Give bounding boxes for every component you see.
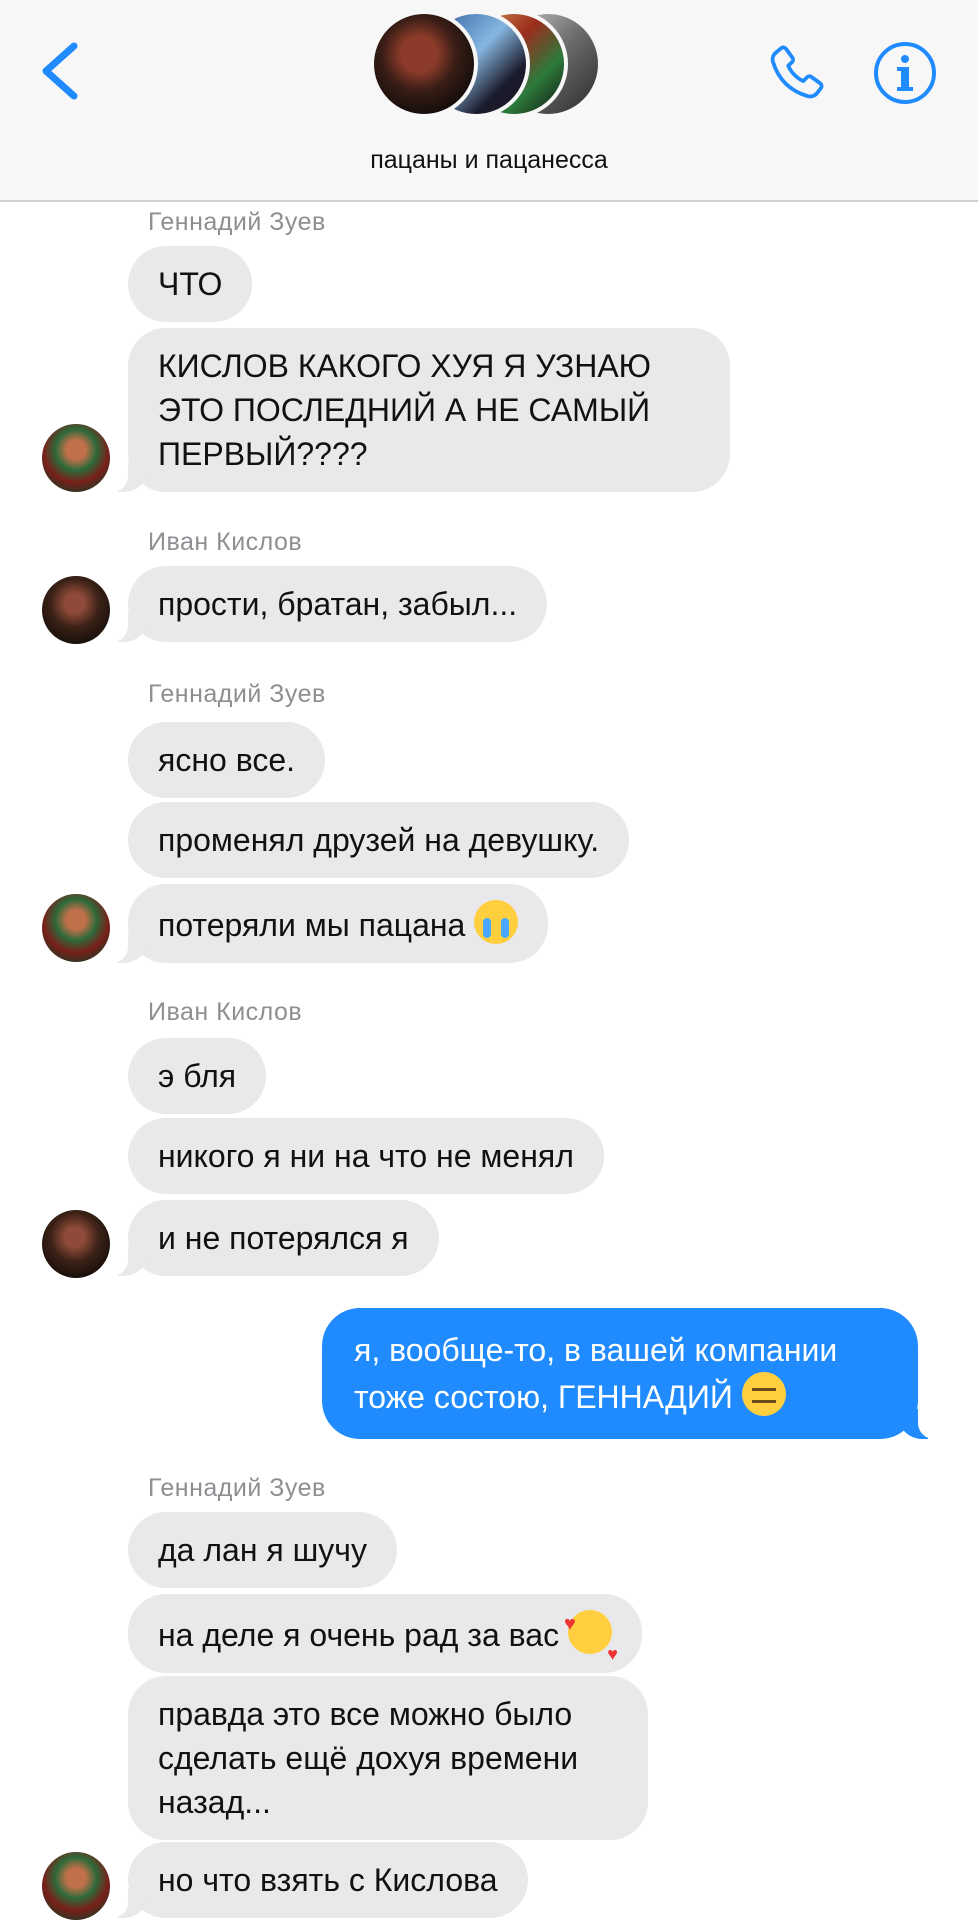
expressionless-face-icon bbox=[741, 1372, 786, 1416]
message-bubble[interactable]: но что взять с Кислова bbox=[106, 1842, 528, 1918]
sender-name: Иван Кислов bbox=[148, 998, 303, 1026]
info-icon[interactable] bbox=[872, 40, 938, 106]
message-bubble[interactable]: никого я ни на что не менял bbox=[128, 1118, 604, 1194]
sender-name: Геннадий Зуев bbox=[148, 680, 326, 708]
message-text: на деле я очень рад за вас bbox=[158, 1617, 560, 1653]
smiling-face-with-hearts-icon bbox=[564, 1602, 618, 1676]
message-bubble[interactable]: КИСЛОВ КАКОГО ХУЯ Я УЗНАЮ ЭТО ПОСЛЕДНИЙ … bbox=[106, 328, 730, 492]
avatar[interactable] bbox=[42, 576, 110, 644]
chevron-left-icon[interactable] bbox=[36, 40, 84, 102]
message-bubble[interactable]: на деле я очень рад за вас bbox=[128, 1594, 642, 1676]
message-bubble[interactable]: да лан я шучу bbox=[128, 1512, 397, 1588]
phone-icon[interactable] bbox=[762, 40, 832, 110]
avatar[interactable] bbox=[42, 1210, 110, 1278]
avatar[interactable] bbox=[42, 1852, 110, 1920]
group-avatar-stack[interactable] bbox=[370, 10, 610, 125]
message-bubble[interactable]: ЧТО bbox=[128, 246, 253, 322]
sender-name: Геннадий Зуев bbox=[148, 1474, 326, 1502]
avatar[interactable] bbox=[42, 424, 110, 492]
sender-name: Геннадий Зуев bbox=[148, 208, 326, 236]
outgoing-message-bubble[interactable]: я, вообще-то, в вашей компании тоже сост… bbox=[322, 1308, 940, 1439]
avatar[interactable] bbox=[42, 894, 110, 962]
message-bubble[interactable]: правда это все можно было сделать ещё до… bbox=[128, 1676, 648, 1840]
message-bubble[interactable]: э бля bbox=[128, 1038, 267, 1114]
message-bubble[interactable]: потеряли мы пацана bbox=[105, 884, 549, 963]
message-bubble[interactable]: ясно все. bbox=[128, 722, 326, 798]
member-avatar bbox=[370, 10, 478, 118]
chat-header: пацаны и пацанесса bbox=[0, 0, 978, 202]
message-bubble[interactable]: и не потерялся я bbox=[106, 1200, 439, 1276]
message-bubble[interactable]: прости, братан, забыл... bbox=[105, 566, 548, 642]
message-text: потеряли мы пацана bbox=[158, 907, 466, 943]
message-bubble[interactable]: променял друзей на девушку. bbox=[128, 802, 630, 878]
chat-title[interactable]: пацаны и пацанесса bbox=[0, 146, 978, 175]
crying-face-icon bbox=[474, 900, 519, 944]
sender-name: Иван Кислов bbox=[148, 528, 303, 556]
